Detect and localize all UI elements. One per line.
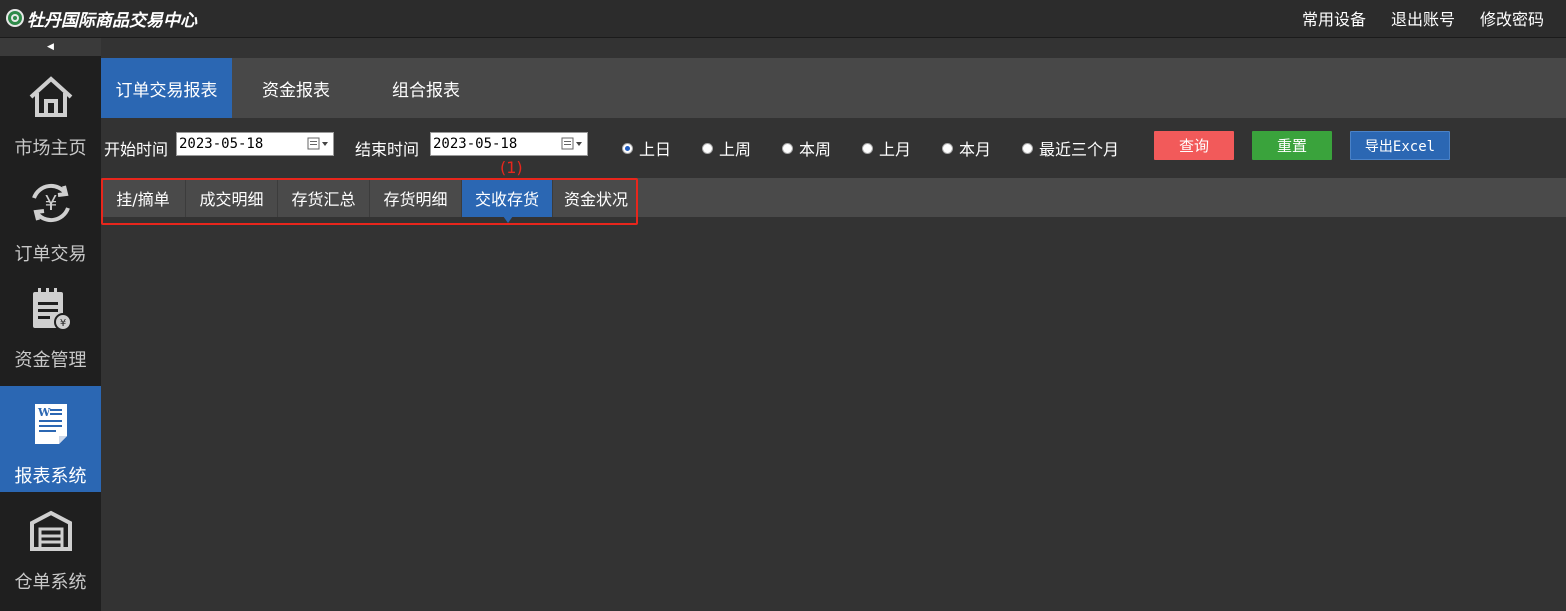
sidebar-item-label: 仓单系统 (14, 572, 87, 593)
triangle-left-icon: ◀ (47, 42, 54, 52)
period-radio-prev-day[interactable]: 上日 (622, 136, 671, 160)
export-excel-button[interactable]: 导出Excel (1350, 131, 1450, 160)
radio-dot[interactable] (622, 142, 633, 154)
period-radio-last-three-months[interactable]: 最近三个月 (1022, 136, 1119, 160)
start-date-field[interactable]: 2023-05-18 (176, 132, 334, 156)
sidebar-item-warehouse-system[interactable]: 仓单系统 (0, 492, 101, 598)
calendar-dropdown-icon[interactable] (561, 137, 583, 151)
radio-dot[interactable] (782, 142, 793, 154)
period-radio-this-week[interactable]: 本周 (782, 136, 831, 160)
yen-exchange-icon: ¥ (26, 178, 76, 228)
calendar-dropdown-icon[interactable] (307, 137, 329, 151)
sidebar-item-fund-management[interactable]: ¥ 资金管理 (0, 270, 101, 376)
query-button[interactable]: 查询 (1154, 131, 1234, 160)
period-radio-prev-month[interactable]: 上月 (862, 136, 911, 160)
fund-notebook-icon: ¥ (26, 284, 76, 334)
reset-button[interactable]: 重置 (1252, 131, 1332, 160)
sidebar-item-report-system[interactable]: W 报表系统 (0, 386, 101, 492)
tab-fund-report[interactable]: 资金报表 (232, 58, 360, 118)
radio-dot[interactable] (1022, 142, 1033, 154)
sidebar-item-market-home[interactable]: 市场主页 (0, 58, 101, 164)
radio-label: 上月 (879, 140, 912, 159)
logo: 牡丹国际商品交易中心 (6, 7, 197, 31)
logout-link[interactable]: 退出账号 (1391, 6, 1455, 30)
radio-label: 本月 (959, 140, 992, 159)
home-icon (26, 72, 76, 122)
period-radio-this-month[interactable]: 本月 (942, 136, 991, 160)
start-date-value: 2023-05-18 (179, 136, 264, 152)
svg-text:¥: ¥ (59, 318, 65, 329)
radio-label: 上周 (719, 140, 752, 159)
end-date-value: 2023-05-18 (433, 136, 518, 152)
radio-label: 最近三个月 (1039, 140, 1120, 159)
warehouse-icon (26, 506, 76, 556)
peony-logo-icon (6, 9, 24, 27)
sidebar-item-order-trading[interactable]: ¥ 订单交易 (0, 164, 101, 270)
change-password-link[interactable]: 修改密码 (1480, 6, 1544, 30)
tab-combo-report[interactable]: 组合报表 (360, 58, 492, 118)
period-radio-prev-week[interactable]: 上周 (702, 136, 751, 160)
sidebar-item-label: 订单交易 (14, 244, 87, 265)
filter-row: 开始时间 2023-05-18 结束时间 2023-05-18 上日 上周 本周… (101, 118, 1566, 174)
radio-dot[interactable] (942, 142, 953, 154)
svg-text:¥: ¥ (44, 191, 57, 215)
end-date-field[interactable]: 2023-05-18 (430, 132, 588, 156)
sidebar: ◀ 市场主页 ¥ 订单交易 ¥ 资金管理 W 报表系统 仓单系统 (0, 38, 101, 611)
report-document-icon: W (26, 400, 76, 450)
annotation-highlight-box (101, 178, 638, 225)
end-time-label: 结束时间 (355, 140, 420, 159)
sidebar-item-label: 资金管理 (14, 350, 87, 371)
sidebar-item-label: 市场主页 (14, 138, 87, 159)
top-bar: 牡丹国际商品交易中心 常用设备 退出账号 修改密码 (0, 0, 1566, 38)
annotation-label: (1) (500, 158, 523, 177)
radio-label: 上日 (639, 140, 672, 159)
start-time-label: 开始时间 (104, 140, 169, 159)
sidebar-item-label: 报表系统 (14, 466, 87, 487)
sidebar-collapse-button[interactable]: ◀ (0, 38, 101, 56)
svg-text:W: W (37, 406, 51, 419)
tab-order-trading-report[interactable]: 订单交易报表 (101, 58, 232, 118)
common-devices-link[interactable]: 常用设备 (1302, 6, 1366, 30)
logo-text: 牡丹国际商品交易中心 (27, 10, 197, 31)
radio-dot[interactable] (702, 142, 713, 154)
report-category-tabs: 订单交易报表 资金报表 组合报表 (101, 58, 1566, 118)
radio-label: 本周 (799, 140, 832, 159)
radio-dot[interactable] (862, 142, 873, 154)
